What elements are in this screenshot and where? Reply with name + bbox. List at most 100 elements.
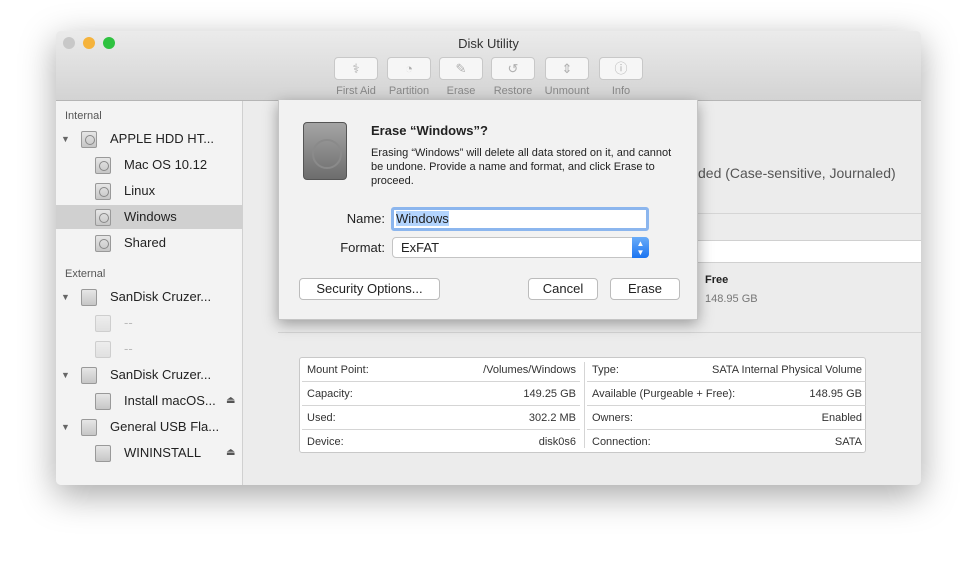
cancel-button[interactable]: Cancel: [528, 278, 598, 300]
toolbar-unmount[interactable]: ⇕ Unmount: [537, 57, 597, 97]
info-row: Available (Purgeable + Free): 148.95 GB: [587, 382, 866, 406]
format-description: ded (Case-sensitive, Journaled): [698, 165, 896, 181]
free-label: Free: [705, 274, 729, 286]
sidebar-item-label: Windows: [124, 209, 177, 224]
sidebar-item[interactable]: Windows: [56, 205, 242, 229]
toolbar-label: Info: [611, 85, 631, 97]
info-key: Type:: [592, 364, 619, 376]
sidebar-item[interactable]: ▼ SanDisk Cruzer...: [56, 285, 242, 309]
info-row: Used: 302.2 MB: [302, 406, 580, 430]
info-value: 149.25 GB: [523, 388, 576, 400]
sidebar-item-label: APPLE HDD HT...: [110, 131, 215, 146]
name-value: Windows: [396, 211, 449, 226]
sidebar-item[interactable]: Shared: [56, 231, 242, 255]
info-value: Enabled: [821, 412, 862, 424]
hard-disk-icon: [95, 209, 111, 226]
sidebar-item[interactable]: ▼ APPLE HDD HT...: [56, 127, 242, 151]
sidebar-item[interactable]: Linux: [56, 179, 242, 203]
name-input[interactable]: Windows: [391, 207, 649, 231]
info-key: Connection:: [592, 436, 651, 448]
disclosure-triangle-icon[interactable]: ▼: [61, 127, 70, 151]
external-disk-icon: [95, 393, 111, 410]
hard-disk-icon: [303, 122, 347, 180]
divider: [698, 213, 921, 214]
external-disk-icon: [81, 289, 97, 306]
toolbar-info[interactable]: ⓘ Info: [591, 57, 651, 97]
free-value: 148.95 GB: [705, 293, 758, 305]
disk-utility-window: Disk Utility ⚕ First Aid ◔ Partition ✎ Erase ↺…: [56, 31, 921, 485]
erase-button[interactable]: Erase: [610, 278, 680, 300]
toolbar-label: Unmount: [544, 85, 590, 97]
stethoscope-icon: ⚕: [334, 57, 378, 80]
toolbar-label: Restore: [493, 85, 533, 97]
eject-icon[interactable]: ⏏: [226, 441, 235, 465]
divider: [278, 332, 921, 333]
section-internal: Internal: [65, 110, 102, 122]
hard-disk-icon: [95, 235, 111, 252]
sidebar-item[interactable]: WININSTALL ⏏: [56, 441, 242, 465]
sidebar-item-label: Install macOS...: [124, 393, 216, 408]
disclosure-triangle-icon[interactable]: ▼: [61, 285, 70, 309]
toolbar-first-aid[interactable]: ⚕ First Aid: [326, 57, 386, 97]
info-key: Used:: [307, 412, 336, 424]
format-select[interactable]: ExFAT ▲ ▼: [392, 237, 649, 258]
info-value: /Volumes/Windows: [483, 364, 576, 376]
sidebar-item-label: --: [124, 315, 133, 330]
sidebar: Internal External ▼ APPLE HDD HT... Mac …: [56, 101, 243, 485]
sidebar-item-label: General USB Fla...: [110, 419, 220, 434]
sidebar-item[interactable]: Mac OS 10.12: [56, 153, 242, 177]
info-row: Owners: Enabled: [587, 406, 866, 430]
toolbar-restore[interactable]: ↺ Restore: [483, 57, 543, 97]
toolbar-label: Erase: [446, 85, 476, 97]
disclosure-triangle-icon[interactable]: ▼: [61, 363, 70, 387]
sidebar-item-label: Linux: [124, 183, 156, 198]
disclosure-triangle-icon[interactable]: ▼: [61, 415, 70, 439]
sidebar-item-label: SanDisk Cruzer...: [110, 367, 212, 382]
sidebar-item[interactable]: --: [56, 311, 242, 335]
sidebar-item[interactable]: --: [56, 337, 242, 361]
toolbar-label: First Aid: [336, 85, 376, 97]
chevron-updown-icon: ▲ ▼: [632, 237, 649, 258]
info-value: SATA: [834, 436, 862, 448]
info-row: Capacity: 149.25 GB: [302, 382, 580, 406]
toolbar-erase[interactable]: ✎ Erase: [431, 57, 491, 97]
section-external: External: [65, 268, 106, 280]
title-bar: Disk Utility ⚕ First Aid ◔ Partition ✎ Erase ↺…: [56, 31, 921, 101]
format-label: Format:: [340, 240, 385, 255]
info-key: Owners:: [592, 412, 633, 424]
info-table: Mount Point: /Volumes/Windows Capacity: 149…: [299, 357, 866, 453]
pie-icon: ◔: [387, 57, 431, 80]
external-disk-icon: [95, 341, 111, 358]
sidebar-item[interactable]: ▼ General USB Fla...: [56, 415, 242, 439]
window-title: Disk Utility: [458, 36, 519, 51]
dialog-message: Erasing “Windows” will delete all data s…: [371, 147, 672, 187]
toolbar-partition[interactable]: ◔ Partition: [379, 57, 439, 97]
hard-disk-icon: [95, 157, 111, 174]
format-value: ExFAT: [401, 240, 440, 255]
sidebar-item-label: Mac OS 10.12: [124, 157, 208, 172]
usage-bar: [694, 240, 921, 263]
info-icon: ⓘ: [599, 57, 643, 80]
erase-dialog: Erase “Windows”? Erasing “Windows” will …: [278, 100, 698, 320]
sidebar-item[interactable]: Install macOS... ⏏: [56, 389, 242, 413]
unmount-icon: ⇕: [545, 57, 589, 80]
sidebar-item-label: Shared: [124, 235, 166, 250]
erase-icon: ✎: [439, 57, 483, 80]
info-value: 302.2 MB: [528, 412, 576, 424]
info-row: Connection: SATA: [587, 430, 866, 454]
eject-icon[interactable]: ⏏: [226, 389, 235, 413]
security-options-button[interactable]: Security Options...: [299, 278, 440, 300]
external-disk-icon: [95, 445, 111, 462]
info-row: Type: SATA Internal Physical Volume: [587, 358, 866, 382]
info-row: Mount Point: /Volumes/Windows: [302, 358, 580, 382]
info-value: 148.95 GB: [809, 388, 862, 400]
sidebar-item[interactable]: ▼ SanDisk Cruzer...: [56, 363, 242, 387]
hard-disk-icon: [81, 131, 97, 148]
info-key: Available (Purgeable + Free):: [592, 388, 736, 400]
toolbar-label: Partition: [388, 85, 430, 97]
info-value: SATA Internal Physical Volume: [712, 364, 862, 376]
restore-icon: ↺: [491, 57, 535, 80]
hard-disk-icon: [95, 183, 111, 200]
info-key: Capacity:: [307, 388, 353, 400]
sidebar-item-label: SanDisk Cruzer...: [110, 289, 212, 304]
